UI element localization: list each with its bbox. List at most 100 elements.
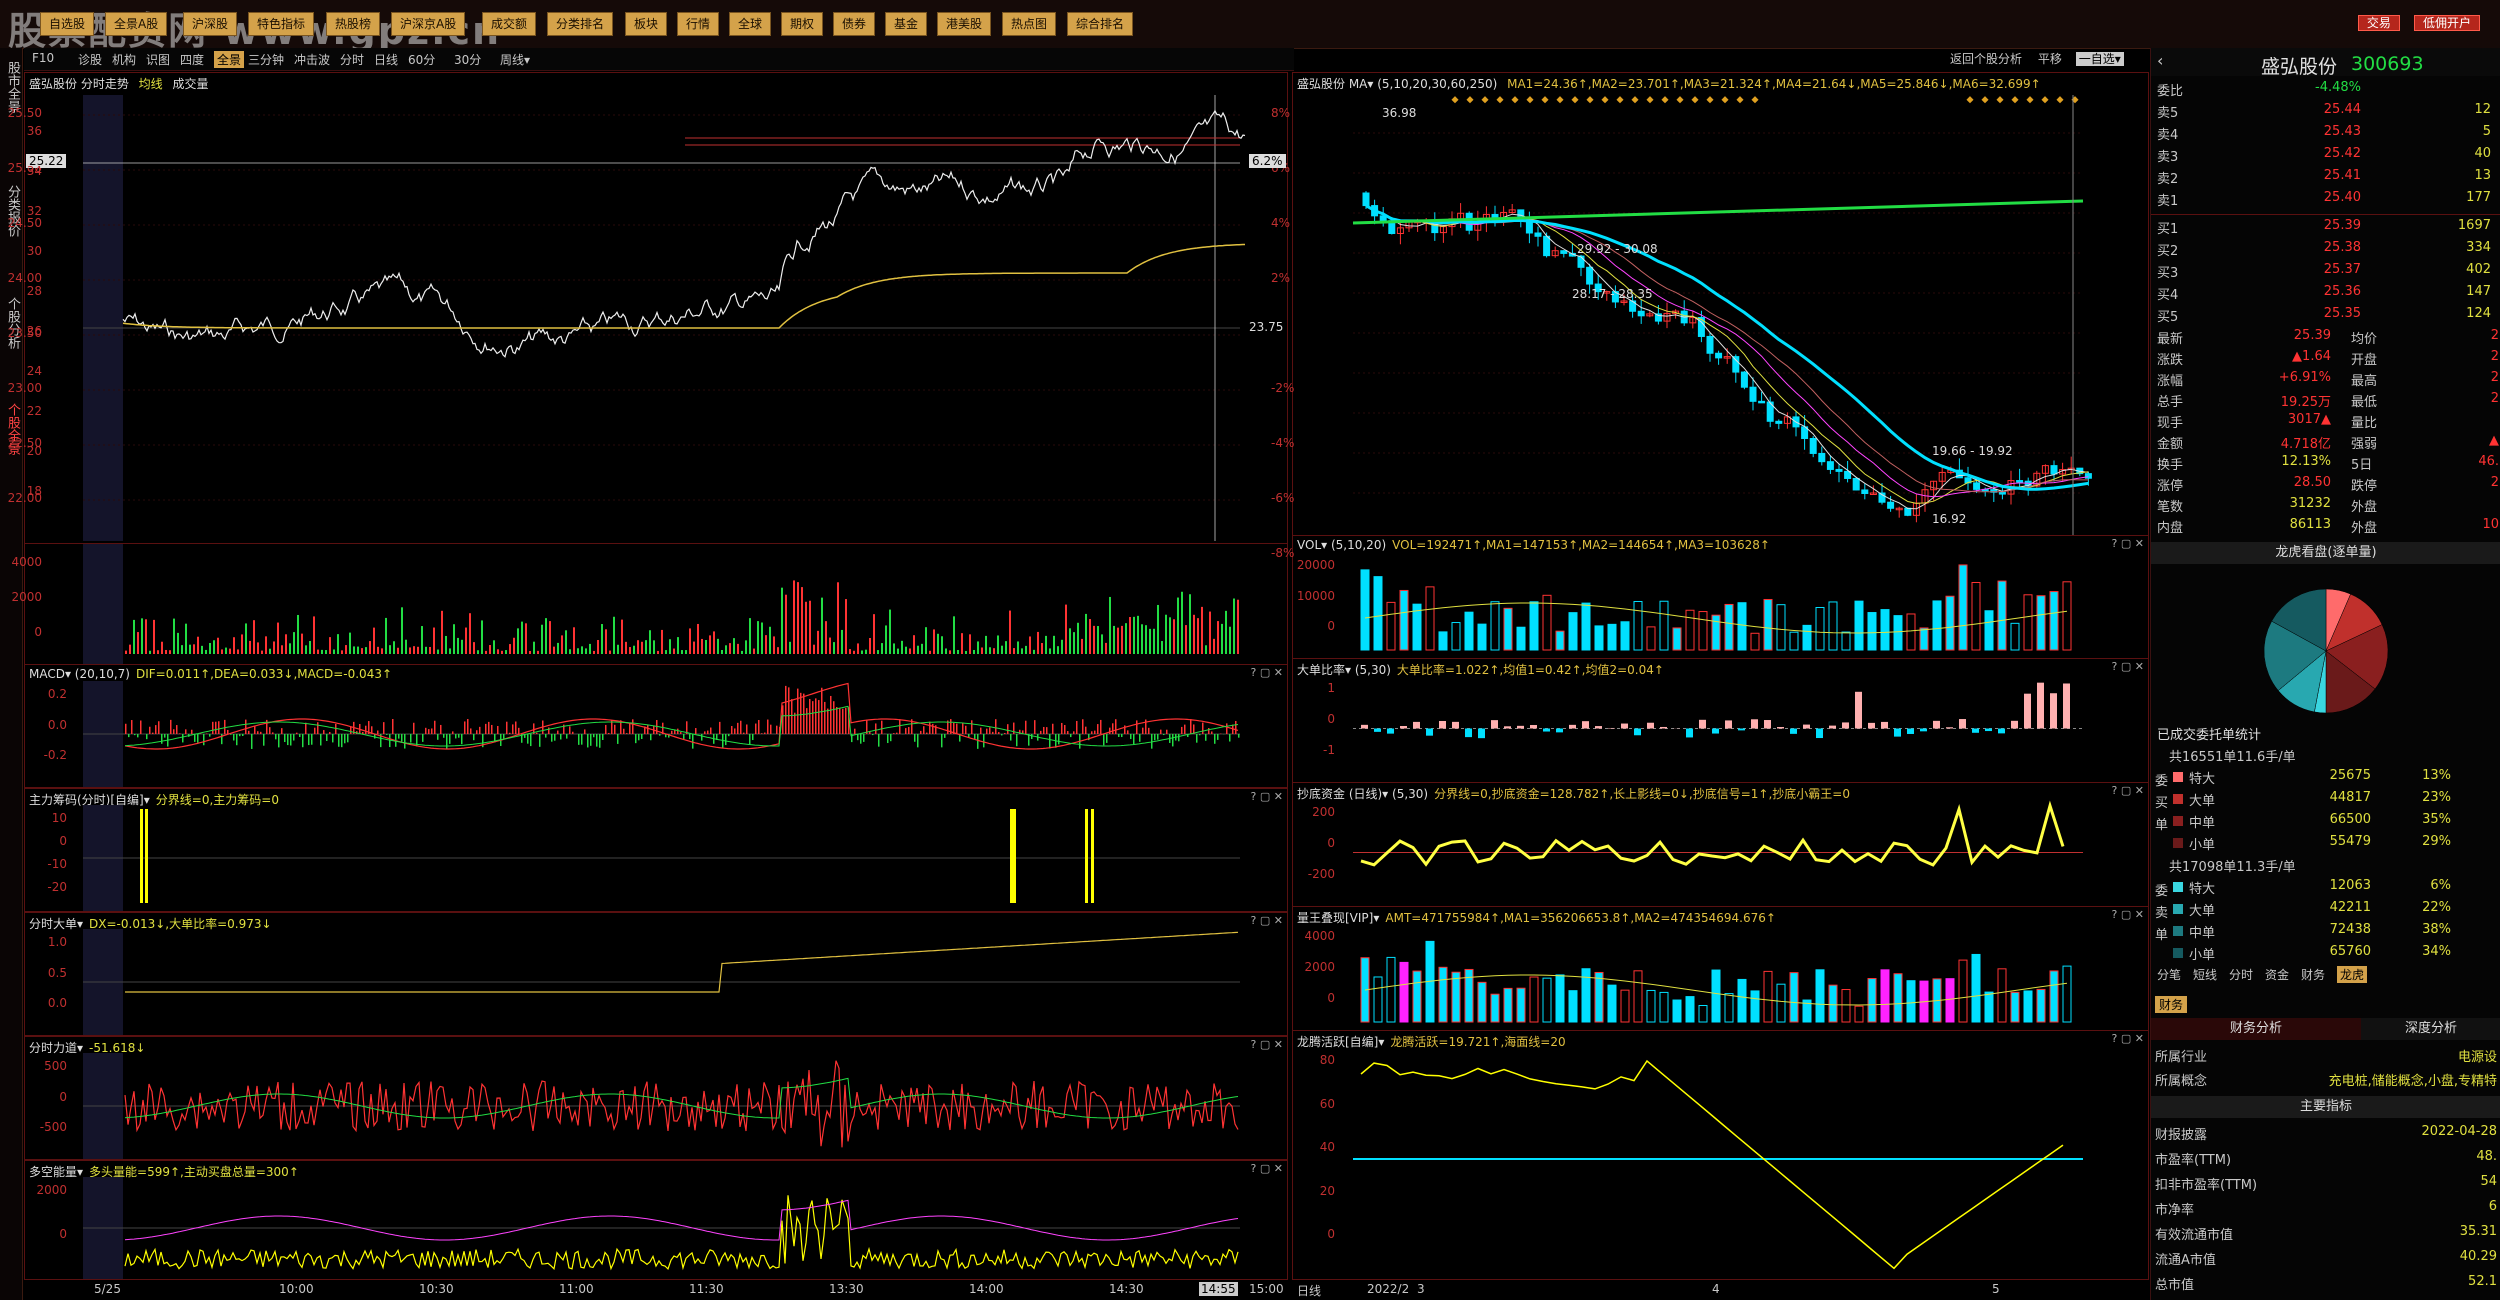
toolbar-item-7[interactable]: 冲击波 — [294, 51, 330, 68]
vol-bar — [909, 648, 911, 654]
vol-bar — [925, 627, 927, 654]
macd-bar — [1085, 726, 1087, 734]
toolbar-item-12[interactable]: 周线▾ — [500, 51, 530, 68]
top-menu-item-7[interactable]: 分类排名 — [547, 12, 614, 36]
top-menu-item-4[interactable]: 热股榜 — [326, 12, 381, 36]
right-indicator-panel-3[interactable]: 量王叠现[VIP]▾ AMT=471755984↑,MA1=356206653.8… — [1292, 906, 2149, 1031]
indicator-y-label: 0.2 — [47, 687, 67, 701]
top-menu-item-5[interactable]: 沪深京A股 — [391, 12, 466, 36]
top-menu-item-9[interactable]: 行情 — [677, 12, 720, 36]
right-indicator-panel-2[interactable]: 抄底资金 (日线)▾ (5,30) 分界线=0,抄底资金=128.782↑,长上影… — [1292, 782, 2149, 907]
y-right-label: 4% — [1271, 216, 1291, 230]
right-indicator-panel-1[interactable]: 大单比率▾ (5,30) 大单比率=1.022↑,均值1=0.42↑,均值2=0.… — [1292, 658, 2149, 783]
toolbar-item-3[interactable]: 识图 — [146, 51, 170, 68]
toolbar-item-2[interactable]: 机构 — [112, 51, 136, 68]
macd-bar — [278, 734, 280, 748]
vol-bar — [1237, 599, 1239, 654]
right-indicator-panel-0[interactable]: VOL▾ (5,10,20) VOL=192471↑,MA1=147153↑,MA… — [1292, 535, 2149, 659]
quote-tab-0[interactable]: 分笔 — [2157, 966, 2181, 983]
top-menu-item-1[interactable]: 全景A股 — [105, 12, 168, 36]
kline-chart-panel[interactable]: 盛弘股份 MA▾ (5,10,20,30,60,250) MA1=24.36↑,… — [1292, 72, 2149, 536]
stat-row: 金额 4.718亿 强弱 ▲ — [2151, 433, 2500, 455]
signal-bar — [1091, 809, 1094, 903]
toolbar-item-9[interactable]: 日线 — [374, 51, 398, 68]
macd-bar — [1070, 734, 1072, 738]
top-menu-item-11[interactable]: 期权 — [781, 12, 824, 36]
vol-bar — [649, 630, 651, 654]
financial-tab[interactable]: 财务 — [2155, 996, 2188, 1013]
intraday-volume-plot — [83, 544, 1239, 664]
quote-tab-1[interactable]: 短线 — [2193, 966, 2217, 983]
toolbar-item-6[interactable]: 三分钟 — [248, 51, 284, 68]
macd-bar — [458, 734, 460, 738]
vol-bar — [133, 619, 135, 654]
top-menu-item-8[interactable]: 板块 — [625, 12, 668, 36]
indicator-plot — [1360, 940, 2072, 1023]
vol-bar — [893, 643, 895, 654]
macd-bar — [242, 734, 244, 736]
deal-size-label: 大单 — [2189, 794, 2216, 809]
back-chevron-icon[interactable]: ‹ — [2157, 51, 2163, 70]
top-menu-item-13[interactable]: 基金 — [885, 12, 928, 36]
toolbar-item-11[interactable]: 30分 — [454, 51, 481, 68]
top-menu-item-16[interactable]: 综合排名 — [1067, 12, 1134, 36]
toolbar-item-10[interactable]: 60分 — [408, 51, 435, 68]
quote-tab-5[interactable]: 龙虎 — [2337, 966, 2368, 983]
top-menu-item-3[interactable]: 特色指标 — [248, 12, 315, 36]
vol-bar — [1053, 635, 1055, 654]
vol-bar — [377, 646, 379, 654]
indicator-y-label: 4000 — [1304, 929, 1335, 943]
toolbar-item-5[interactable]: 全景 — [214, 51, 245, 68]
toolbar-item-0[interactable]: F10 — [32, 51, 54, 65]
left-indicator-panel-4[interactable]: 多空能量▾ 多头量能=599↑,主动买盘总量=300↑? ▢ ✕ 2000 0 — [24, 1160, 1288, 1280]
top-menu-item-2[interactable]: 沪深股 — [183, 12, 238, 36]
trade-button[interactable]: 交易 — [2357, 15, 2400, 31]
left-indicator-panel-1[interactable]: 主力筹码(分时)[自编]▾ 分界线=0,主力筹码=0? ▢ ✕ 10 0 -10 -20 — [24, 788, 1288, 912]
top-menu-item-10[interactable]: 全球 — [729, 12, 772, 36]
fin-subtab-deep[interactable]: 深度分析 — [2361, 1018, 2500, 1040]
ask-price: 25.41 — [2323, 168, 2361, 183]
fin-subtab-analysis[interactable]: 财务分析 — [2151, 1018, 2361, 1040]
macd-bar — [455, 734, 457, 739]
quote-tab-2[interactable]: 分时 — [2229, 966, 2253, 983]
toolbar-item-4[interactable]: 四度 — [180, 51, 204, 68]
pan-button[interactable]: 平移 — [2038, 52, 2062, 66]
top-menu-item-14[interactable]: 港美股 — [937, 12, 992, 36]
ask-label: 卖5 — [2157, 106, 2179, 121]
intraday-chart-panel[interactable]: 盛弘股份 分时走势 均线 成交量 — [24, 72, 1288, 544]
watchlist-dropdown[interactable]: 一自选▾ — [2075, 52, 2124, 66]
indicator-y-label: 2000 — [36, 1183, 67, 1197]
left-indicator-panel-2[interactable]: 分时大单▾ DX=-0.013↓,大单比率=0.973↓? ▢ ✕ 1.0 0.5 0.… — [24, 912, 1288, 1036]
deal-pct: 23% — [2422, 790, 2451, 805]
top-menu-item-15[interactable]: 热点图 — [1002, 12, 1057, 36]
bar — [1620, 989, 1630, 1023]
vtab-stock-panorama[interactable]: 个股全景 — [0, 384, 22, 474]
vol-bar — [1117, 627, 1119, 654]
back-to-analysis-link[interactable]: 返回个股分析 — [1950, 52, 2022, 66]
macd-bar — [296, 732, 298, 734]
vol-bar — [613, 616, 615, 654]
deal-pct: 34% — [2422, 944, 2451, 959]
signal-diamond — [2041, 96, 2049, 104]
top-menu-item-6[interactable]: 成交额 — [482, 12, 537, 36]
left-indicator-panel-3[interactable]: 分时力道▾ -51.618↓? ▢ ✕ 500 0 -500 — [24, 1036, 1288, 1160]
quote-tab-3[interactable]: 资金 — [2265, 966, 2289, 983]
macd-bar — [755, 723, 757, 734]
top-menu-item-12[interactable]: 债券 — [833, 12, 876, 36]
vol-bar — [1201, 606, 1203, 654]
intraday-volume-panel[interactable] — [24, 543, 1288, 665]
signal-diamond — [1526, 96, 1534, 104]
left-indicator-panel-0[interactable]: MACD▾ (20,10,7) DIF=0.011↑,DEA=0.033↓,MAC… — [24, 664, 1288, 788]
open-account-button[interactable]: 低佣开户 — [2413, 15, 2480, 31]
right-indicator-panel-4[interactable]: 龙腾活跃[自编]▾ 龙腾活跃=19.721↑,海面线=20? ▢ ✕ 80 60 40 2… — [1292, 1030, 2149, 1280]
top-menu-item-0[interactable]: 自选股 — [40, 12, 95, 36]
toolbar-item-8[interactable]: 分时 — [340, 51, 364, 68]
macd-bar — [992, 731, 994, 734]
bar — [1802, 624, 1812, 651]
ratio-bar — [1777, 727, 1784, 729]
toolbar-item-1[interactable]: 诊股 — [78, 51, 102, 68]
quote-tab-4[interactable]: 财务 — [2301, 966, 2325, 983]
vol-bar — [305, 645, 307, 654]
macd-bar — [491, 724, 493, 734]
vol-bar — [713, 631, 715, 654]
